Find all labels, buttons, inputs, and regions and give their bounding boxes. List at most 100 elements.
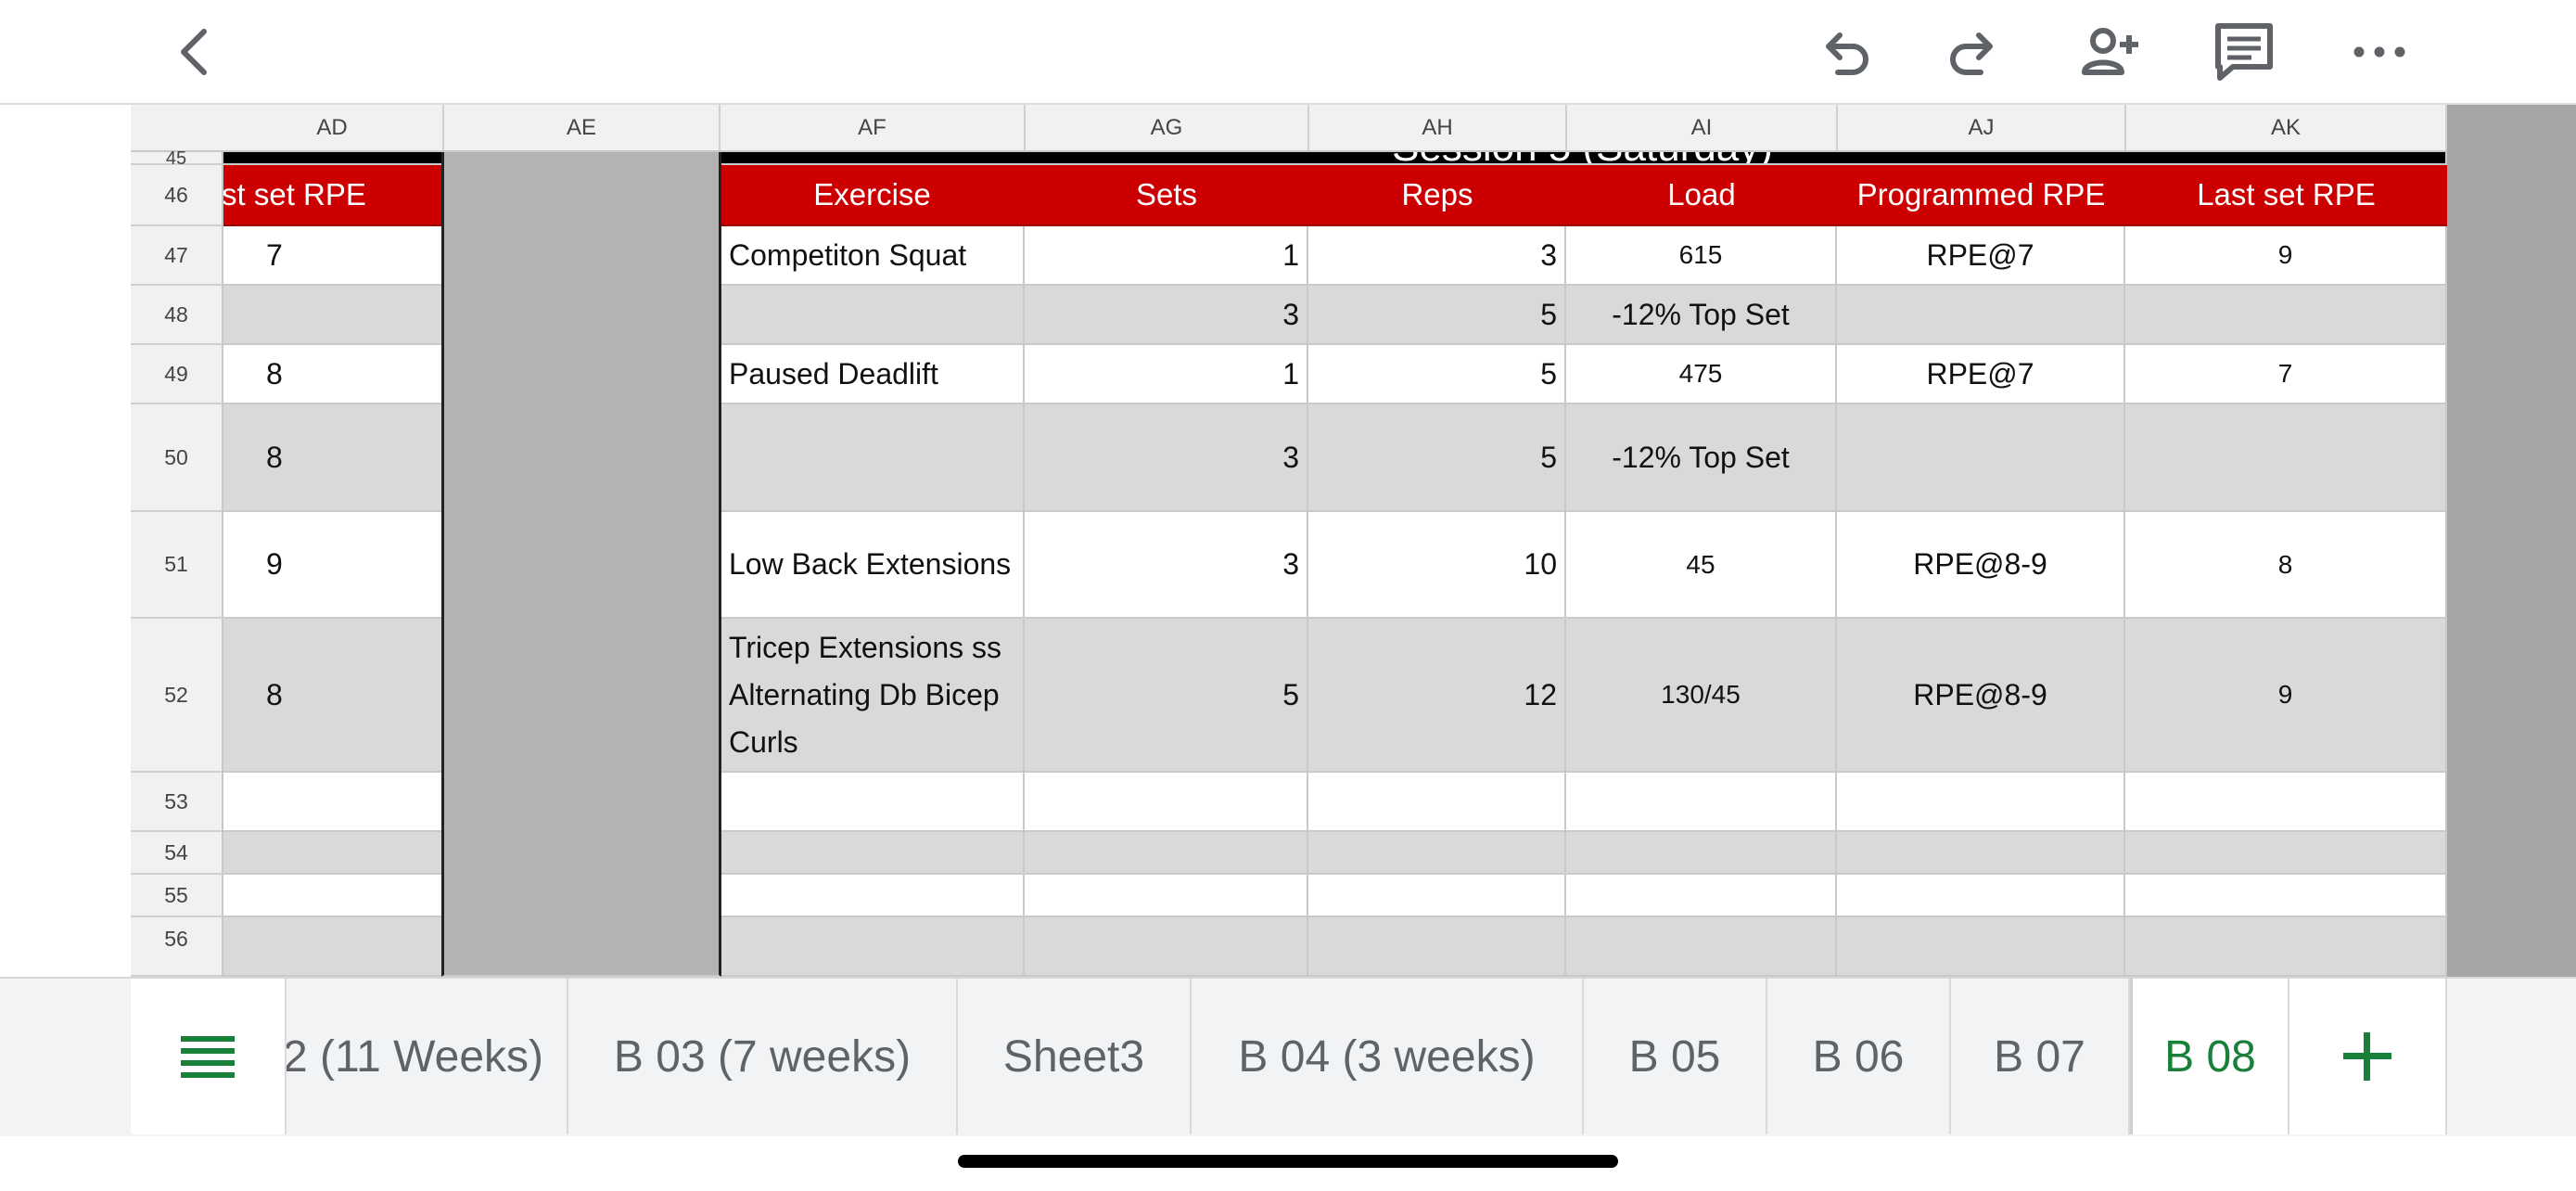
- sheet-tab-b03[interactable]: B 03 (7 weeks): [568, 979, 958, 1134]
- cell-programmed-rpe[interactable]: RPE@8-9: [1837, 512, 2125, 619]
- spacer-column-ae[interactable]: [441, 152, 721, 977]
- cell-reps[interactable]: 3: [1308, 226, 1566, 286]
- cell-sets[interactable]: 1: [1025, 226, 1308, 286]
- cell-ad[interactable]: 8: [222, 345, 443, 404]
- row-header-46[interactable]: 46: [131, 165, 222, 226]
- cell-ad[interactable]: [222, 286, 443, 345]
- empty-cell[interactable]: [1566, 832, 1837, 875]
- row-header-47[interactable]: 47: [131, 226, 222, 286]
- sheet-tab-b08[interactable]: B 08: [2130, 979, 2289, 1134]
- column-header-ae[interactable]: AE: [444, 105, 721, 150]
- empty-cell[interactable]: [222, 875, 443, 917]
- empty-cell[interactable]: [1308, 875, 1566, 917]
- add-person-icon[interactable]: [2077, 19, 2144, 85]
- redo-icon[interactable]: [1942, 19, 2009, 85]
- row-header-53[interactable]: 53: [131, 773, 222, 832]
- cell-last-set-rpe[interactable]: [2125, 404, 2447, 512]
- empty-cell[interactable]: [2125, 875, 2447, 917]
- sheet-tab-b07[interactable]: B 07: [1951, 979, 2130, 1134]
- header-programmed-rpe[interactable]: Programmed RPE: [1837, 165, 2125, 226]
- header-exercise[interactable]: Exercise: [720, 165, 1025, 226]
- empty-cell[interactable]: [2125, 773, 2447, 832]
- empty-cell[interactable]: [720, 832, 1025, 875]
- column-header-ah[interactable]: AH: [1309, 105, 1567, 150]
- cell-exercise[interactable]: Low Back Extensions: [720, 512, 1025, 619]
- row-header-56[interactable]: 56: [131, 917, 222, 977]
- row-header-55[interactable]: 55: [131, 875, 222, 917]
- empty-cell[interactable]: [222, 832, 443, 875]
- header-sets[interactable]: Sets: [1025, 165, 1308, 226]
- cell-ad[interactable]: 9: [222, 512, 443, 619]
- cell-reps[interactable]: 5: [1308, 345, 1566, 404]
- header-load[interactable]: Load: [1566, 165, 1837, 226]
- column-header-ad[interactable]: AD: [222, 105, 444, 150]
- row-header-51[interactable]: 51: [131, 512, 222, 619]
- cell-sets[interactable]: 1: [1025, 345, 1308, 404]
- empty-cell[interactable]: [1837, 832, 2125, 875]
- header-last-set-rpe[interactable]: Last set RPE: [2125, 165, 2447, 226]
- empty-cell[interactable]: [1566, 773, 1837, 832]
- session-title-bar-ad[interactable]: [222, 152, 443, 165]
- empty-cell[interactable]: [222, 773, 443, 832]
- cell-reps[interactable]: 10: [1308, 512, 1566, 619]
- cell-last-set-rpe[interactable]: 9: [2125, 226, 2447, 286]
- cell-exercise[interactable]: Paused Deadlift: [720, 345, 1025, 404]
- cell-sets[interactable]: 3: [1025, 286, 1308, 345]
- sheet-tab-sheet3[interactable]: Sheet3: [958, 979, 1192, 1134]
- sheet-tab-2-11-weeks[interactable]: 2 (11 Weeks): [287, 979, 568, 1134]
- row-header-54[interactable]: 54: [131, 832, 222, 875]
- empty-cell[interactable]: [1308, 917, 1566, 977]
- cell-load[interactable]: -12% Top Set: [1566, 286, 1837, 345]
- empty-cell[interactable]: [1025, 917, 1308, 977]
- empty-cell[interactable]: [222, 917, 443, 977]
- cell-sets[interactable]: 5: [1025, 619, 1308, 773]
- row-header-45[interactable]: 45: [131, 149, 222, 168]
- cell-exercise[interactable]: Competiton Squat: [720, 226, 1025, 286]
- cell-load[interactable]: 615: [1566, 226, 1837, 286]
- row-header-52[interactable]: 52: [131, 619, 222, 773]
- undo-icon[interactable]: [1810, 19, 1877, 85]
- cell-last-set-rpe[interactable]: 9: [2125, 619, 2447, 773]
- header-reps[interactable]: Reps: [1308, 165, 1566, 226]
- cell-ad[interactable]: 8: [222, 404, 443, 512]
- empty-cell[interactable]: [1025, 875, 1308, 917]
- empty-cell[interactable]: [1025, 773, 1308, 832]
- empty-cell[interactable]: [1837, 875, 2125, 917]
- cell-exercise[interactable]: [720, 404, 1025, 512]
- empty-cell[interactable]: [720, 773, 1025, 832]
- more-horizontal-icon[interactable]: [2346, 19, 2413, 85]
- column-header-aj[interactable]: AJ: [1838, 105, 2126, 150]
- sheet-list-icon[interactable]: [131, 979, 287, 1134]
- cell-exercise[interactable]: [720, 286, 1025, 345]
- empty-cell[interactable]: [1837, 773, 2125, 832]
- cell-load[interactable]: 475: [1566, 345, 1837, 404]
- cell-programmed-rpe[interactable]: RPE@8-9: [1837, 619, 2125, 773]
- sheet-tab-b06[interactable]: B 06: [1767, 979, 1951, 1134]
- cell-load[interactable]: 130/45: [1566, 619, 1837, 773]
- cell-load[interactable]: 45: [1566, 512, 1837, 619]
- row-header-48[interactable]: 48: [131, 286, 222, 345]
- column-header-ag[interactable]: AG: [1026, 105, 1309, 150]
- empty-cell[interactable]: [2125, 917, 2447, 977]
- back-chevron-icon[interactable]: [163, 19, 230, 85]
- session-title-bar[interactable]: Session 5 (Saturday): [720, 152, 2447, 165]
- spreadsheet-grid[interactable]: Session 5 (Saturday) st set RPE ExerciseSe…: [0, 105, 2576, 977]
- cell-reps[interactable]: 5: [1308, 286, 1566, 345]
- column-header-af[interactable]: AF: [721, 105, 1026, 150]
- sheet-tab-b04[interactable]: B 04 (3 weeks): [1192, 979, 1584, 1134]
- empty-cell[interactable]: [1308, 832, 1566, 875]
- empty-cell[interactable]: [1308, 773, 1566, 832]
- empty-cell[interactable]: [1025, 832, 1308, 875]
- cell-reps[interactable]: 5: [1308, 404, 1566, 512]
- cell-reps[interactable]: 12: [1308, 619, 1566, 773]
- cell-ad[interactable]: 8: [222, 619, 443, 773]
- column-header-ak[interactable]: AK: [2126, 105, 2447, 150]
- cell-last-set-rpe[interactable]: 8: [2125, 512, 2447, 619]
- row-header-50[interactable]: 50: [131, 404, 222, 512]
- header-last-set-rpe-partial[interactable]: st set RPE: [222, 165, 443, 226]
- cell-last-set-rpe[interactable]: 7: [2125, 345, 2447, 404]
- cell-programmed-rpe[interactable]: [1837, 404, 2125, 512]
- empty-cell[interactable]: [1837, 917, 2125, 977]
- cell-sets[interactable]: 3: [1025, 404, 1308, 512]
- cell-exercise[interactable]: Tricep Extensions ss Alternating Db Bice…: [720, 619, 1025, 773]
